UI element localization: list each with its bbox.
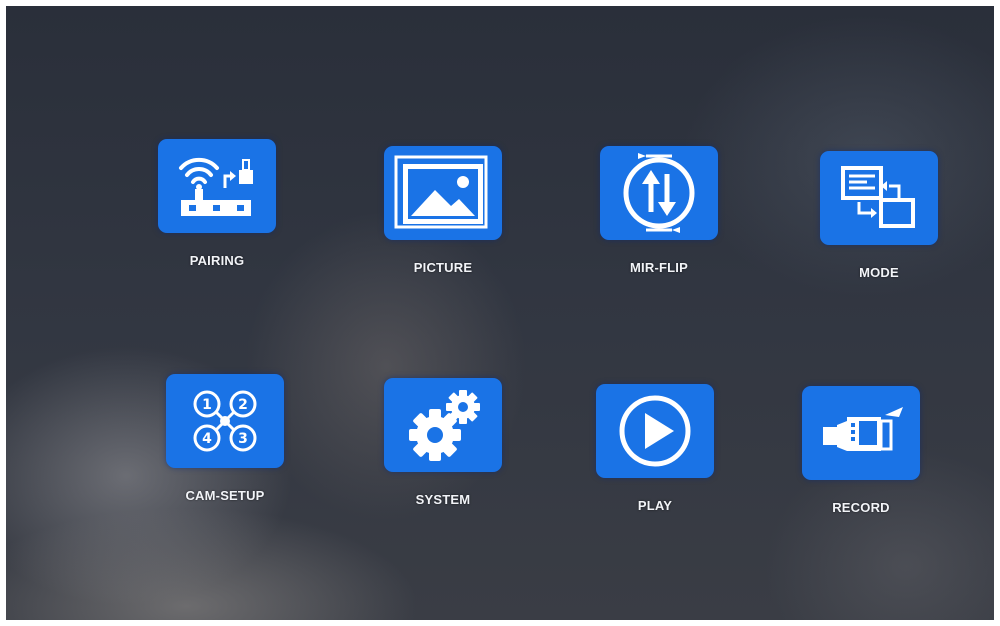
svg-text:3: 3 bbox=[238, 431, 248, 447]
menu-item-play[interactable]: PLAY bbox=[596, 384, 714, 513]
menu-label-system: SYSTEM bbox=[415, 492, 471, 507]
menu-label-picture: PICTURE bbox=[413, 260, 473, 275]
cam-setup-tile[interactable]: 1 2 4 3 bbox=[166, 374, 284, 468]
record-tile[interactable] bbox=[802, 386, 920, 480]
menu-label-record: RECORD bbox=[832, 500, 890, 515]
mode-icon bbox=[841, 166, 915, 228]
menu-item-picture[interactable]: PICTURE bbox=[384, 146, 502, 275]
menu-label-pairing: PAIRING bbox=[189, 253, 245, 268]
camera-setup-icon: 1 2 4 3 bbox=[193, 390, 257, 452]
main-menu-screen: PAIRING PICTURE MIR-FLIP MODE 1 2 4 3 CA… bbox=[6, 6, 994, 620]
video-camera-icon bbox=[823, 407, 903, 451]
mir-flip-tile[interactable] bbox=[600, 146, 718, 240]
menu-item-mode[interactable]: MODE bbox=[820, 151, 938, 280]
menu-item-mir-flip[interactable]: MIR-FLIP bbox=[600, 146, 718, 275]
svg-text:2: 2 bbox=[238, 397, 248, 413]
menu-label-cam-setup: CAM-SETUP bbox=[185, 488, 265, 503]
gears-icon bbox=[409, 390, 480, 461]
pairing-tile[interactable] bbox=[158, 139, 276, 233]
svg-text:1: 1 bbox=[202, 397, 212, 413]
picture-icon bbox=[394, 155, 488, 229]
play-icon bbox=[619, 395, 691, 467]
menu-item-cam-setup[interactable]: 1 2 4 3 CAM-SETUP bbox=[166, 374, 284, 503]
menu-label-play: PLAY bbox=[637, 498, 673, 513]
svg-text:4: 4 bbox=[202, 431, 212, 447]
menu-item-pairing[interactable]: PAIRING bbox=[158, 139, 276, 268]
menu-label-mir-flip: MIR-FLIP bbox=[630, 260, 688, 275]
picture-tile[interactable] bbox=[384, 146, 502, 240]
pairing-icon bbox=[179, 157, 253, 216]
play-tile[interactable] bbox=[596, 384, 714, 478]
menu-label-mode: MODE bbox=[859, 265, 899, 280]
mirror-flip-icon bbox=[623, 153, 695, 233]
system-tile[interactable] bbox=[384, 378, 502, 472]
menu-item-system[interactable]: SYSTEM bbox=[384, 378, 502, 507]
menu-item-record[interactable]: RECORD bbox=[802, 386, 920, 515]
mode-tile[interactable] bbox=[820, 151, 938, 245]
